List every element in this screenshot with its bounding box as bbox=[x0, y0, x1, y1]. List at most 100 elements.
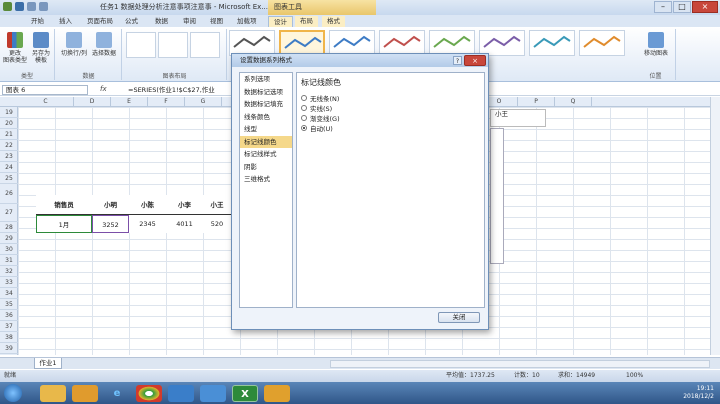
row-header[interactable]: 19 bbox=[0, 107, 18, 118]
radio-option[interactable]: 实线(S) bbox=[301, 103, 480, 113]
row-header[interactable]: 39 bbox=[0, 343, 18, 354]
row-header[interactable]: 28 bbox=[0, 222, 18, 233]
column-header[interactable]: G bbox=[185, 97, 222, 107]
column-header[interactable]: D bbox=[74, 97, 111, 107]
layout-thumb-2[interactable] bbox=[158, 32, 188, 58]
row-header[interactable]: 29 bbox=[0, 233, 18, 244]
row-header[interactable]: 20 bbox=[0, 118, 18, 129]
row-header[interactable]: 25 bbox=[0, 173, 18, 184]
tab-3[interactable]: 公式 bbox=[120, 16, 143, 27]
paint-icon[interactable] bbox=[264, 385, 290, 402]
tab-10[interactable]: 格式 bbox=[322, 16, 345, 27]
zoom-level[interactable]: 100% bbox=[626, 370, 643, 382]
quick-access-toolbar[interactable] bbox=[3, 2, 83, 13]
row-header[interactable]: 38 bbox=[0, 332, 18, 343]
horizontal-scrollbar[interactable] bbox=[330, 360, 710, 368]
save-template-button[interactable]: 另存为 模板 bbox=[29, 32, 53, 64]
fx-icon[interactable]: fx bbox=[100, 85, 107, 93]
tab-5[interactable]: 审阅 bbox=[178, 16, 201, 27]
tab-6[interactable]: 视图 bbox=[205, 16, 228, 27]
row-header[interactable]: 34 bbox=[0, 288, 18, 299]
cell-side-label[interactable]: 小王 bbox=[490, 109, 546, 127]
close-window-button[interactable]: × bbox=[692, 1, 718, 13]
radio-icon[interactable] bbox=[301, 115, 307, 121]
dialog-nav-item[interactable]: 数据标记填充 bbox=[240, 98, 292, 111]
radio-icon[interactable] bbox=[301, 105, 307, 111]
dialog-close-button[interactable]: 关闭 bbox=[438, 312, 480, 323]
column-header[interactable]: P bbox=[518, 97, 555, 107]
move-chart-button[interactable]: 移动图表 bbox=[639, 32, 673, 57]
calculator-icon[interactable] bbox=[168, 385, 194, 402]
row-header[interactable]: 31 bbox=[0, 255, 18, 266]
row-header[interactable]: 33 bbox=[0, 277, 18, 288]
redo-icon[interactable] bbox=[39, 2, 48, 11]
row-header[interactable]: 26 bbox=[0, 184, 18, 204]
system-clock[interactable]: 19:11 2018/12/2 bbox=[683, 385, 714, 401]
change-chart-type-button[interactable]: 更改 图表类型 bbox=[3, 32, 27, 64]
start-button-icon[interactable] bbox=[4, 384, 22, 402]
row-header[interactable]: 21 bbox=[0, 129, 18, 140]
chrome-icon[interactable] bbox=[136, 385, 162, 402]
dialog-nav-item[interactable]: 数据标记选项 bbox=[240, 86, 292, 99]
sheet-tab-1[interactable]: 作业1 bbox=[34, 358, 62, 369]
chart-object-edge[interactable] bbox=[490, 128, 504, 264]
chart-style-8[interactable] bbox=[579, 30, 625, 56]
dialog-nav-item[interactable]: 线条颜色 bbox=[240, 111, 292, 124]
maximize-button[interactable]: □ bbox=[673, 1, 691, 13]
row-header[interactable]: 35 bbox=[0, 299, 18, 310]
header-col-2[interactable]: 小陈 bbox=[129, 195, 166, 215]
row-header[interactable]: 37 bbox=[0, 321, 18, 332]
dialog-nav-item[interactable]: 标记线颜色 bbox=[240, 135, 292, 148]
internet-explorer-icon[interactable]: e bbox=[104, 385, 130, 402]
header-col-4[interactable]: 小王 bbox=[203, 195, 231, 215]
file-explorer-icon[interactable] bbox=[40, 385, 66, 402]
tab-2[interactable]: 页面布局 bbox=[82, 16, 118, 27]
row-header[interactable]: 30 bbox=[0, 244, 18, 255]
dialog-nav-item[interactable]: 系列选项 bbox=[240, 73, 292, 86]
radio-icon[interactable] bbox=[301, 125, 307, 131]
chart-style-7[interactable] bbox=[529, 30, 575, 56]
cell-value-2[interactable]: 2345 bbox=[129, 215, 166, 233]
header-salesperson[interactable]: 销售员 bbox=[36, 195, 92, 215]
cell-value-4[interactable]: 520 bbox=[203, 215, 231, 233]
tab-4[interactable]: 数据 bbox=[150, 16, 173, 27]
row-header[interactable]: 24 bbox=[0, 162, 18, 173]
column-header[interactable]: Q bbox=[555, 97, 592, 107]
column-header[interactable]: E bbox=[111, 97, 148, 107]
select-data-button[interactable]: 选择数据 bbox=[90, 32, 118, 57]
excel-taskbar-icon[interactable]: X bbox=[232, 385, 258, 402]
tab-7[interactable]: 加载项 bbox=[232, 16, 262, 27]
dialog-nav-item[interactable]: 线型 bbox=[240, 123, 292, 136]
layout-thumb-3[interactable] bbox=[190, 32, 220, 58]
column-header[interactable]: F bbox=[148, 97, 185, 107]
dialog-close-icon[interactable]: × bbox=[464, 55, 486, 66]
help-icon[interactable]: ? bbox=[453, 56, 462, 65]
name-box[interactable]: 图表 6 bbox=[2, 85, 88, 95]
dialog-nav-item[interactable]: 阴影 bbox=[240, 161, 292, 174]
vertical-scrollbar[interactable] bbox=[710, 97, 720, 355]
cell-value-1[interactable]: 3252 bbox=[92, 215, 129, 233]
radio-icon[interactable] bbox=[301, 95, 307, 101]
row-header[interactable]: 22 bbox=[0, 140, 18, 151]
cell-value-3[interactable]: 4011 bbox=[166, 215, 203, 233]
row-header[interactable]: 32 bbox=[0, 266, 18, 277]
switch-row-col-button[interactable]: 切换行/列 bbox=[60, 32, 88, 57]
row-header[interactable]: 23 bbox=[0, 151, 18, 162]
radio-option[interactable]: 渐变线(G) bbox=[301, 113, 480, 123]
formula-input[interactable]: =SERIES(作业1!$C$27,作业 bbox=[128, 85, 215, 95]
column-header[interactable]: C bbox=[18, 97, 74, 107]
app-icon[interactable] bbox=[200, 385, 226, 402]
dialog-nav-item[interactable]: 标记线样式 bbox=[240, 148, 292, 161]
radio-option[interactable]: 无线条(N) bbox=[301, 93, 480, 103]
cell-month[interactable]: 1月 bbox=[36, 215, 92, 233]
tab-8[interactable]: 设计 bbox=[268, 16, 293, 27]
minimize-button[interactable]: – bbox=[654, 1, 672, 13]
tab-1[interactable]: 插入 bbox=[54, 16, 77, 27]
row-header[interactable]: 36 bbox=[0, 310, 18, 321]
undo-icon[interactable] bbox=[27, 2, 36, 11]
header-col-1[interactable]: 小明 bbox=[92, 195, 129, 215]
tab-9[interactable]: 布局 bbox=[295, 16, 318, 27]
tab-0[interactable]: 开始 bbox=[26, 16, 49, 27]
radio-option[interactable]: 自动(U) bbox=[301, 123, 480, 133]
dialog-nav-item[interactable]: 三维格式 bbox=[240, 173, 292, 186]
